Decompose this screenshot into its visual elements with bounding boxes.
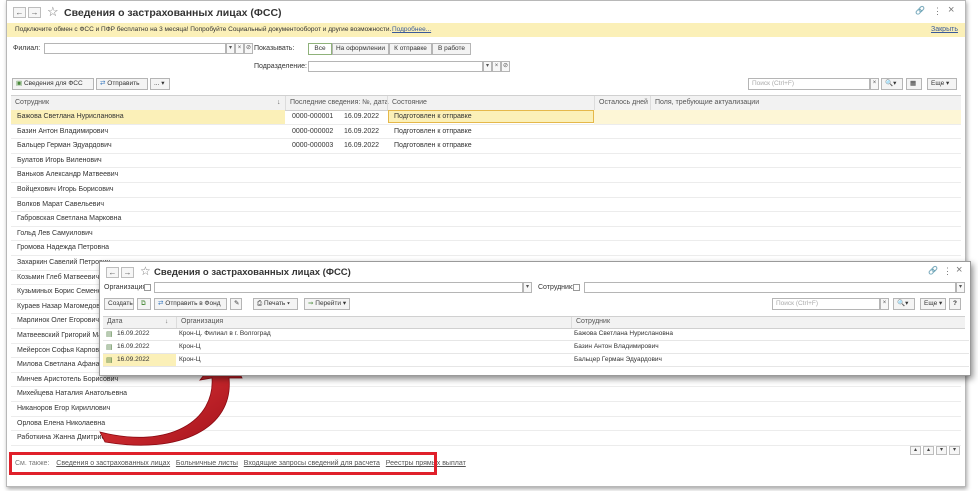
sub-employee: Базин Антон Владимирович [574, 343, 659, 350]
sub-search-button[interactable]: 🔍▾ [893, 298, 915, 310]
sub-search-input[interactable]: Поиск (Ctrl+F) [772, 298, 880, 310]
print-icon: ⎙ [257, 300, 265, 307]
overlay-window: ← → ☆ Сведения о застрахованных лицах (Ф… [99, 261, 971, 376]
document-icon: ▤ [106, 344, 113, 351]
sub-sort-down-icon: ↓ [165, 318, 169, 325]
sub-date: 16.09.2022 [117, 356, 150, 363]
sub-print-button[interactable]: ⎙ Печать ▾ [253, 298, 298, 310]
sub-table-row[interactable]: ▤ 16.09.2022 Крон-Ц Базин Антон Владимирови… [103, 341, 969, 354]
sub-date: 16.09.2022 [117, 330, 150, 337]
sub-search-icon: 🔍 [897, 300, 906, 307]
sub-page-title: Сведения о застрахованных лицах (ФСС) [154, 267, 351, 278]
sub-back-button[interactable]: ← [106, 267, 119, 278]
sub-col-org[interactable]: Организация [176, 317, 571, 328]
sub-employee-dropdown-icon[interactable]: ▾ [956, 282, 965, 293]
sub-copy-button[interactable]: ⧉ [137, 298, 151, 310]
sub-org-label: Организация: [104, 284, 149, 291]
document-icon: ▤ [106, 357, 113, 364]
sub-org-dropdown-icon[interactable]: ▾ [523, 282, 532, 293]
sub-close-icon[interactable]: × [956, 264, 962, 276]
sub-employee: Бальцер Герман Эдуардович [574, 356, 662, 363]
copy-icon: ⧉ [141, 300, 146, 307]
sub-forward-button[interactable]: → [121, 267, 134, 278]
sub-more-button[interactable]: Еще ▾ [920, 298, 946, 310]
edit-icon: ✎ [234, 300, 240, 307]
sub-goto-button[interactable]: ⇒ Перейти ▾ [304, 298, 350, 310]
sub-send-fund-button[interactable]: ⇄ Отправить в Фонд [154, 298, 227, 310]
sub-org-checkbox[interactable] [144, 284, 151, 291]
sub-table-body: ▤ 16.09.2022 Крон-Ц. Филиал в г. Волгоград… [103, 328, 969, 370]
sub-org-input[interactable] [154, 282, 523, 293]
sub-employee-label: Сотрудник: [538, 284, 574, 291]
sub-employee: Бажова Светлана Нурислановна [574, 330, 674, 337]
sub-search-clear-icon[interactable]: × [880, 298, 889, 310]
document-icon: ▤ [106, 331, 113, 338]
sub-date: 16.09.2022 [117, 343, 150, 350]
sub-favorite-star-icon[interactable]: ☆ [140, 264, 151, 278]
sub-edit-button[interactable]: ✎ [230, 298, 242, 310]
sub-create-button[interactable]: Создать [104, 298, 134, 310]
sub-org: Крон-Ц [179, 356, 201, 363]
sub-employee-checkbox[interactable] [573, 284, 580, 291]
sub-table-row[interactable]: ▤ 16.09.2022 Крон-Ц Бальцер Герман Эдуардов… [103, 354, 969, 367]
sub-date-cell: ▤ 16.09.2022 [103, 354, 176, 366]
sub-table-row[interactable]: ▤ 16.09.2022 Крон-Ц. Филиал в г. Волгоград… [103, 328, 969, 341]
sub-menu-icon[interactable]: ⋮ [943, 266, 952, 277]
sub-link-icon[interactable]: 🔗 [928, 266, 938, 275]
annotation-arrow [99, 346, 243, 446]
sub-org: Крон-Ц [179, 343, 201, 350]
sub-employee-input[interactable] [584, 282, 956, 293]
sub-org: Крон-Ц. Филиал в г. Волгоград [179, 330, 271, 337]
sub-col-employee[interactable]: Сотрудник [571, 317, 965, 328]
sub-date-cell: ▤ 16.09.2022 [103, 341, 176, 353]
sub-help-button[interactable]: ? [949, 298, 961, 310]
sub-date-cell: ▤ 16.09.2022 [103, 328, 176, 340]
